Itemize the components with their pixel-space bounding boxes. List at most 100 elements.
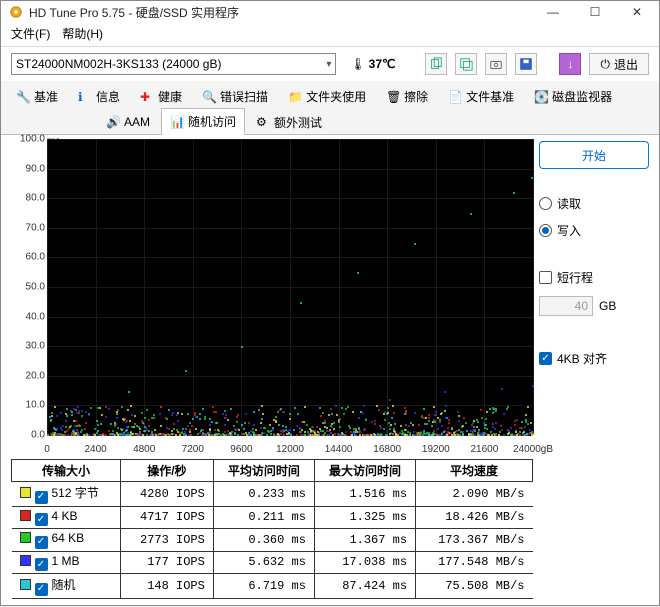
gauge-icon: 🔧	[16, 90, 30, 104]
extra-icon: ⚙	[256, 115, 270, 129]
row-name: 随机	[12, 574, 121, 599]
row-iops: 148 IOPS	[120, 574, 213, 599]
copy-screenshot-button[interactable]	[455, 53, 477, 75]
x-tick: 12000	[276, 444, 304, 455]
table-row: 64 KB2773 IOPS0.360 ms1.367 ms173.367 MB…	[12, 529, 533, 552]
y-tick: 60.0	[11, 252, 45, 263]
row-name: 512 字节	[12, 482, 121, 507]
monitor-icon: 💽	[534, 90, 548, 104]
y-tick: 40.0	[11, 311, 45, 322]
minimize-button[interactable]: —	[539, 1, 567, 23]
short-unit: GB	[599, 299, 616, 313]
row-speed: 177.548 MB/s	[416, 551, 533, 574]
menu-file[interactable]: 文件(F)	[11, 25, 50, 42]
row-name: 64 KB	[12, 529, 121, 552]
drive-select[interactable]: ST24000NM002H-3KS133 (24000 gB) ▾	[11, 53, 336, 75]
tab-extra[interactable]: ⚙额外测试	[247, 108, 331, 135]
maximize-button[interactable]: ☐	[581, 1, 609, 23]
tab-diskmonitor[interactable]: 💽磁盘监视器	[525, 83, 621, 109]
x-tick: 14400	[325, 444, 353, 455]
menubar: 文件(F) 帮助(H)	[1, 23, 659, 47]
y-tick: 90.0	[11, 163, 45, 174]
col-ops: 操作/秒	[120, 460, 213, 482]
options-button[interactable]: ↓	[559, 53, 581, 75]
chart-area: ms 0.010.020.030.040.050.060.070.080.090…	[11, 139, 533, 599]
radio-icon	[539, 197, 552, 210]
x-tick: 19200	[422, 444, 450, 455]
x-tick: 4800	[133, 444, 155, 455]
row-iops: 4717 IOPS	[120, 506, 213, 529]
short-value-input: 40	[539, 296, 593, 316]
checkbox-icon	[539, 271, 552, 284]
table-row: 1 MB177 IOPS5.632 ms17.038 ms177.548 MB/…	[12, 551, 533, 574]
x-tick: 16800	[373, 444, 401, 455]
tab-filebench[interactable]: 📄文件基准	[439, 83, 523, 109]
tab-errorscan[interactable]: 🔍错误扫描	[193, 83, 277, 109]
tab-random[interactable]: 📊随机访问	[161, 108, 245, 135]
x-tick: 7200	[182, 444, 204, 455]
row-avg: 0.211 ms	[213, 506, 314, 529]
y-tick: 100.0	[11, 134, 45, 145]
thermometer-icon: 🌡	[350, 57, 365, 71]
x-tick: 9600	[230, 444, 252, 455]
row-max: 1.516 ms	[314, 482, 415, 507]
file-icon: 📄	[448, 90, 462, 104]
radio-read[interactable]: 读取	[539, 195, 649, 212]
titlebar: HD Tune Pro 5.75 - 硬盘/SSD 实用程序 — ☐ ✕	[1, 1, 659, 23]
check-icon	[35, 536, 48, 549]
tab-benchmark[interactable]: 🔧基准	[7, 83, 67, 109]
tab-aam[interactable]: 🔊AAM	[97, 108, 159, 135]
tab-erase[interactable]: 🗑擦除	[377, 83, 437, 109]
save-button[interactable]	[515, 53, 537, 75]
row-speed: 2.090 MB/s	[416, 482, 533, 507]
row-max: 87.424 ms	[314, 574, 415, 599]
tab-info[interactable]: ℹ信息	[69, 83, 129, 109]
col-avg: 平均访问时间	[213, 460, 314, 482]
x-tick: 0	[44, 444, 50, 455]
tabs: 🔧基准 ℹ信息 ✚健康 🔍错误扫描 📁文件夹使用 🗑擦除 📄文件基准 💽磁盘监视…	[1, 81, 659, 135]
results-table: 传输大小 操作/秒 平均访问时间 最大访问时间 平均速度 512 字节4280 …	[11, 459, 533, 599]
check-icon	[35, 513, 48, 526]
close-button[interactable]: ✕	[623, 1, 651, 23]
table-row: 随机148 IOPS6.719 ms87.424 ms75.508 MB/s	[12, 574, 533, 599]
check-align[interactable]: 4KB 对齐	[539, 350, 649, 367]
plus-icon: ✚	[140, 90, 154, 104]
exit-button[interactable]: ⏻ 退出	[589, 53, 649, 75]
scatter-chart: ms 0.010.020.030.040.050.060.070.080.090…	[11, 139, 533, 455]
tab-folderusage[interactable]: 📁文件夹使用	[279, 83, 375, 109]
toolbar: ST24000NM002H-3KS133 (24000 gB) ▾ 🌡 37℃ …	[1, 47, 659, 81]
start-button[interactable]: 开始	[539, 141, 649, 169]
y-tick: 0.0	[11, 430, 45, 441]
y-tick: 10.0	[11, 400, 45, 411]
row-avg: 0.360 ms	[213, 529, 314, 552]
row-avg: 6.719 ms	[213, 574, 314, 599]
checkbox-icon	[539, 352, 552, 365]
row-speed: 173.367 MB/s	[416, 529, 533, 552]
screenshot-button[interactable]	[485, 53, 507, 75]
check-short[interactable]: 短行程	[539, 269, 649, 286]
radio-icon	[539, 224, 552, 237]
random-icon: 📊	[170, 115, 184, 129]
menu-help[interactable]: 帮助(H)	[62, 25, 103, 42]
copy-info-button[interactable]	[425, 53, 447, 75]
check-icon	[35, 491, 48, 504]
temperature-display: 🌡 37℃	[344, 57, 401, 71]
search-icon: 🔍	[202, 90, 216, 104]
row-max: 1.325 ms	[314, 506, 415, 529]
app-icon	[9, 5, 23, 19]
col-max: 最大访问时间	[314, 460, 415, 482]
col-size: 传输大小	[12, 460, 121, 482]
table-row: 512 字节4280 IOPS0.233 ms1.516 ms2.090 MB/…	[12, 482, 533, 507]
row-iops: 4280 IOPS	[120, 482, 213, 507]
y-tick: 20.0	[11, 370, 45, 381]
y-tick: 80.0	[11, 193, 45, 204]
row-iops: 2773 IOPS	[120, 529, 213, 552]
tab-health[interactable]: ✚健康	[131, 83, 191, 109]
radio-write[interactable]: 写入	[539, 222, 649, 239]
content: ms 0.010.020.030.040.050.060.070.080.090…	[1, 135, 659, 607]
check-icon	[35, 583, 48, 596]
y-tick: 50.0	[11, 282, 45, 293]
row-iops: 177 IOPS	[120, 551, 213, 574]
dropdown-icon: ▾	[326, 59, 331, 70]
folder-icon: 📁	[288, 90, 302, 104]
